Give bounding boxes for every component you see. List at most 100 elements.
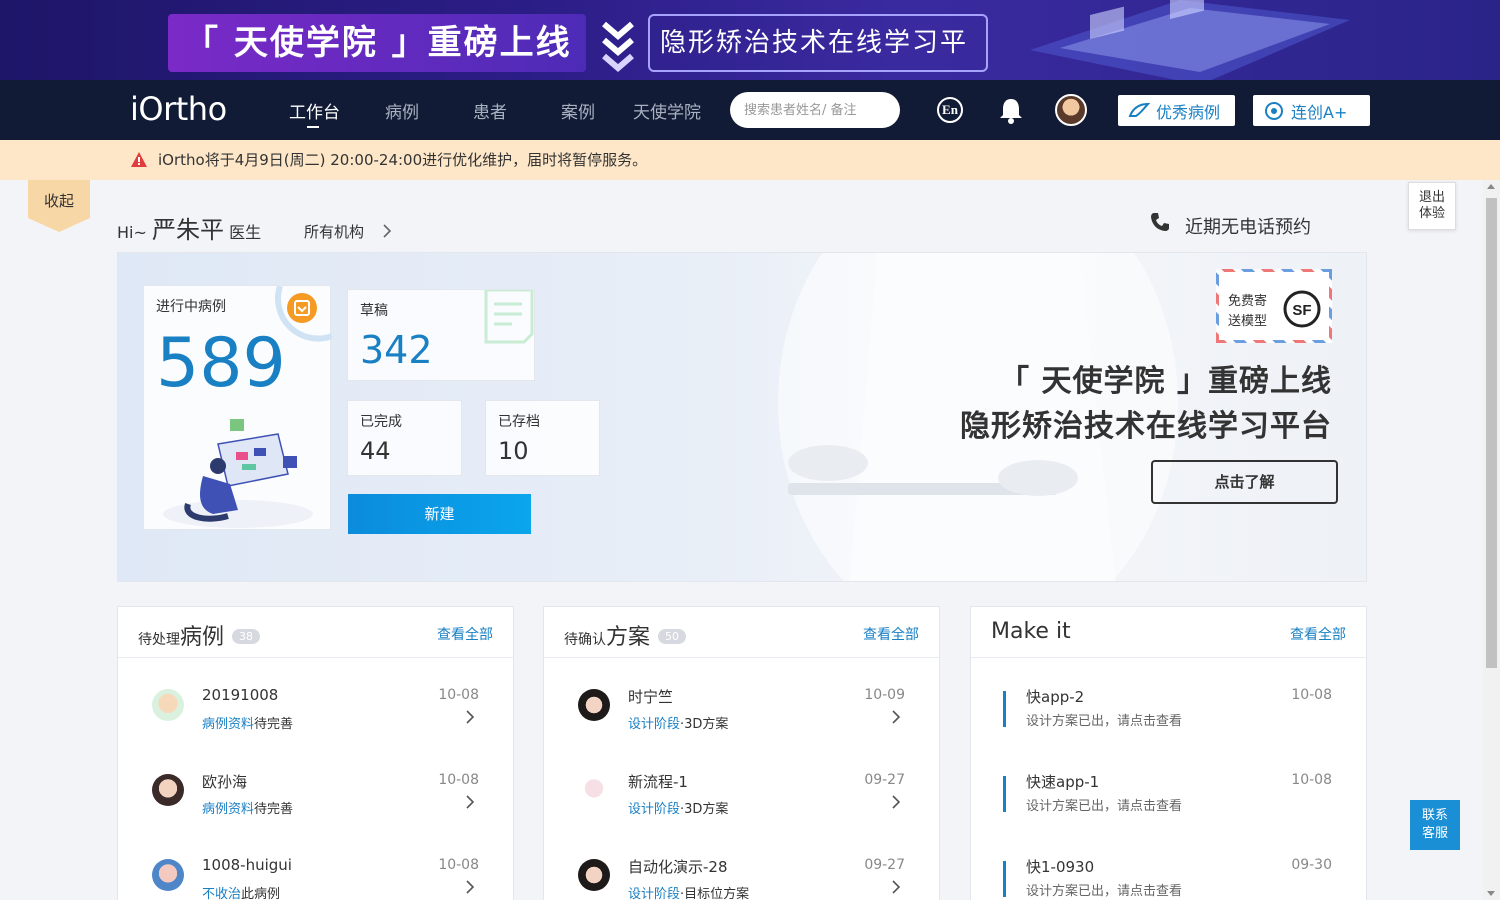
draft-card[interactable]: 草稿 342	[347, 289, 535, 381]
double-chevron-icon	[602, 21, 634, 72]
row-status-text: ·3D方案	[680, 802, 729, 817]
row-name: 自动化演示-28	[628, 858, 728, 876]
row-status-link[interactable]: 不收治	[202, 887, 241, 900]
lianchuang-button[interactable]: 连创A+	[1253, 95, 1370, 126]
page-scrollbar[interactable]	[1483, 180, 1500, 900]
collapse-tab[interactable]: 收起	[28, 180, 90, 232]
row-name: 20191008	[202, 686, 279, 704]
list-item[interactable]: 1008-huigui 不收治此病例 10-08	[118, 847, 513, 900]
promo-subtitle: 隐形矫治技术在线学习平台	[648, 14, 988, 72]
row-date: 10-08	[1291, 772, 1332, 788]
scroll-down-arrow[interactable]	[1487, 891, 1495, 896]
chevron-right-icon[interactable]	[382, 224, 392, 238]
contact-line2: 客服	[1421, 826, 1448, 841]
row-status: 不收治此病例	[202, 883, 280, 900]
row-status: 病例资料待完善	[202, 713, 293, 732]
promo-banner[interactable]: 「 天使学院 」重磅上线 隐形矫治技术在线学习平台	[0, 0, 1500, 80]
user-avatar[interactable]	[1055, 94, 1087, 126]
org-selector[interactable]: 所有机构	[304, 221, 364, 242]
row-status: 设计阶段·目标位方案	[628, 883, 749, 900]
pending-cases-title-big: 病例	[180, 625, 225, 650]
hero-panel: 进行中病例 589 草稿 342 已完成 44 已存档 10 新建 免费寄 送模…	[117, 252, 1367, 582]
pending-cases-view-all[interactable]: 查看全部	[437, 624, 493, 644]
nav-item-examples[interactable]: 案例	[561, 98, 595, 123]
archived-card[interactable]: 已存档 10	[485, 400, 600, 476]
make-it-view-all[interactable]: 查看全部	[1290, 624, 1346, 644]
chevron-right-icon[interactable]	[891, 709, 901, 725]
pending-plans-title-big: 方案	[606, 625, 651, 650]
make-it-panel: Make it 查看全部 快app-2 设计方案已出，请点击查看 10-08 快…	[970, 606, 1367, 900]
make-it-title: Make it	[991, 619, 1071, 644]
row-status-text: 此病例	[241, 887, 281, 900]
hero-title: 「 天使学院 」重磅上线	[999, 364, 1332, 399]
chevron-right-icon[interactable]	[891, 794, 901, 810]
row-status-link[interactable]: 设计阶段	[628, 887, 680, 900]
row-status-link[interactable]: 设计阶段	[628, 802, 680, 817]
bell-icon[interactable]	[998, 96, 1024, 124]
row-status: 设计阶段·3D方案	[628, 713, 728, 732]
completed-value: 44	[360, 437, 391, 465]
pending-plans-view-all[interactable]: 查看全部	[863, 624, 919, 644]
exit-experience-button[interactable]: 退出 体验	[1408, 182, 1456, 230]
in-progress-label: 进行中病例	[156, 299, 226, 315]
language-toggle[interactable]: En	[937, 97, 963, 123]
excellent-cases-label: 优秀病例	[1156, 102, 1221, 122]
list-item[interactable]: 20191008 病例资料待完善 10-08	[118, 677, 513, 762]
completed-card[interactable]: 已完成 44	[347, 400, 462, 476]
avatar	[578, 859, 610, 891]
workstation-illustration	[163, 419, 313, 528]
exit-line1: 退出	[1418, 190, 1445, 205]
new-case-button[interactable]: 新建	[348, 494, 531, 534]
search-input[interactable]	[730, 92, 900, 128]
list-item[interactable]: 自动化演示-28 设计阶段·目标位方案 09-27	[544, 847, 939, 900]
chevron-right-icon[interactable]	[465, 879, 475, 895]
list-item[interactable]: 快1-0930 设计方案已出，请点击查看 09-30	[971, 847, 1366, 900]
row-name: 1008-huigui	[202, 856, 292, 874]
list-item[interactable]: 快速app-1 设计方案已出，请点击查看 10-08	[971, 762, 1366, 847]
row-status-link[interactable]: 病例资料	[202, 802, 254, 817]
nav-item-cases[interactable]: 病例	[385, 98, 419, 123]
row-status-text: 待完善	[254, 802, 294, 817]
row-name: 快1-0930	[1026, 858, 1095, 876]
list-item[interactable]: 欧孙海 病例资料待完善 10-08	[118, 762, 513, 847]
maintenance-notice: iOrtho将于4月9日(周二) 20:00-24:00进行优化维护，届时将暂停…	[0, 140, 1500, 180]
list-item[interactable]: 时宁竺 设计阶段·3D方案 10-09	[544, 677, 939, 762]
sf-logo-text: SF	[1292, 302, 1311, 319]
nav-item-patients[interactable]: 患者	[473, 98, 507, 123]
scroll-thumb[interactable]	[1486, 198, 1497, 668]
pending-cases-title-small: 待处理	[138, 632, 180, 648]
nav-item-academy[interactable]: 天使学院	[633, 98, 701, 123]
greeting-prefix: Hi~	[117, 223, 147, 242]
exit-line2: 体验	[1418, 206, 1445, 221]
excellent-cases-button[interactable]: 优秀病例	[1118, 95, 1235, 126]
row-date: 09-27	[864, 857, 905, 873]
nav-item-workbench[interactable]: 工作台	[289, 98, 340, 128]
row-sub: 设计方案已出，请点击查看	[1026, 884, 1183, 899]
list-item[interactable]: 快app-2 设计方案已出，请点击查看 10-08	[971, 677, 1366, 762]
row-status-text: ·3D方案	[680, 717, 729, 732]
chevron-right-icon[interactable]	[465, 709, 475, 725]
list-item[interactable]: 新流程-1 设计阶段·3D方案 09-27	[544, 762, 939, 847]
scroll-up-arrow[interactable]	[1487, 184, 1495, 189]
row-status-link[interactable]: 设计阶段	[628, 717, 680, 732]
learn-more-button[interactable]: 点击了解	[1151, 460, 1338, 504]
promo-decoration	[1030, 0, 1350, 80]
logo[interactable]: iOrtho	[130, 90, 227, 128]
greeting: Hi~ 严朱平 医生	[117, 210, 261, 245]
chevron-right-icon[interactable]	[465, 794, 475, 810]
in-progress-card[interactable]: 进行中病例 589	[143, 285, 332, 530]
eye-logo-icon	[1265, 101, 1283, 120]
contact-support-button[interactable]: 联系 客服	[1410, 800, 1460, 850]
row-date: 09-27	[864, 772, 905, 788]
document-icon	[484, 290, 534, 344]
sf-free-model-card[interactable]: 免费寄 送模型 SF	[1216, 269, 1332, 343]
row-status-link[interactable]: 病例资料	[202, 717, 254, 732]
row-sub: 设计方案已出，请点击查看	[1026, 799, 1183, 814]
sf-logo-icon: SF	[1283, 290, 1321, 328]
avatar	[578, 774, 610, 806]
row-date: 10-08	[1291, 687, 1332, 703]
pending-plans-title-small: 待确认	[564, 632, 606, 648]
sf-line2: 送模型	[1228, 314, 1268, 329]
chevron-right-icon[interactable]	[891, 879, 901, 895]
archived-label: 已存档	[498, 414, 540, 430]
